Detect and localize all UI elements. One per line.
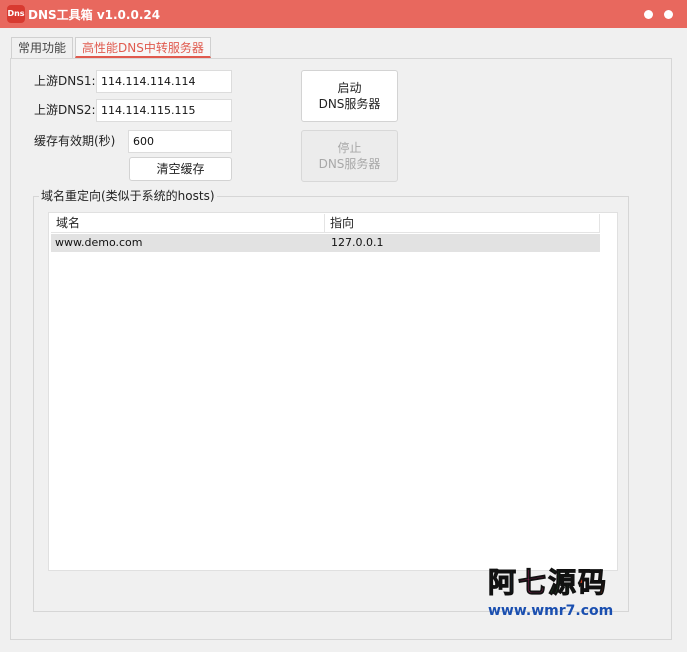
upstream-dns1-label: 上游DNS1: [34,74,96,88]
stop-dns-server-button[interactable]: 停止 DNS服务器 [301,130,398,182]
window-title: DNS工具箱 v1.0.0.24 [28,8,161,22]
start-button-line1: 启动 [337,81,362,95]
redirect-table[interactable] [48,212,618,571]
row-target-cell: 127.0.0.1 [331,236,384,249]
clear-cache-button[interactable]: 清空缓存 [129,157,232,181]
minimize-button[interactable] [644,10,653,19]
column-header-domain[interactable]: 域名 [51,214,325,233]
stop-button-line2: DNS服务器 [318,157,381,171]
column-header-target[interactable]: 指向 [325,214,600,233]
title-bar: Dns DNS工具箱 v1.0.0.24 [0,0,687,28]
watermark-char: 源 [548,566,579,600]
watermark-char: 阿 [487,566,519,600]
start-button-line2: DNS服务器 [318,97,381,111]
upstream-dns2-label: 上游DNS2: [34,103,96,117]
start-dns-server-button[interactable]: 启动 DNS服务器 [301,70,398,122]
watermark-char: 七 [518,566,549,600]
tab-common-functions[interactable]: 常用功能 [11,37,74,58]
redirect-group-legend: 域名重定向(类似于系统的hosts) [39,189,217,203]
watermark-url: www.wmr7.com [488,603,614,619]
app-dns-icon: Dns [7,5,25,23]
stop-button-line1: 停止 [337,141,362,155]
tab-dns-relay-server[interactable]: 高性能DNS中转服务器 [75,37,211,58]
watermark-logo: 阿七源码 [487,566,609,600]
upstream-dns1-input[interactable]: 114.114.114.114 [96,70,232,93]
row-domain-cell: www.demo.com [55,236,143,249]
cache-ttl-input[interactable]: 600 [128,130,232,153]
cache-ttl-label: 缓存有效期(秒) [34,134,116,148]
watermark-char: 码 [578,566,609,600]
clear-cache-label: 清空缓存 [156,162,205,176]
close-button[interactable] [664,10,673,19]
upstream-dns2-input[interactable]: 114.114.115.115 [96,99,232,122]
